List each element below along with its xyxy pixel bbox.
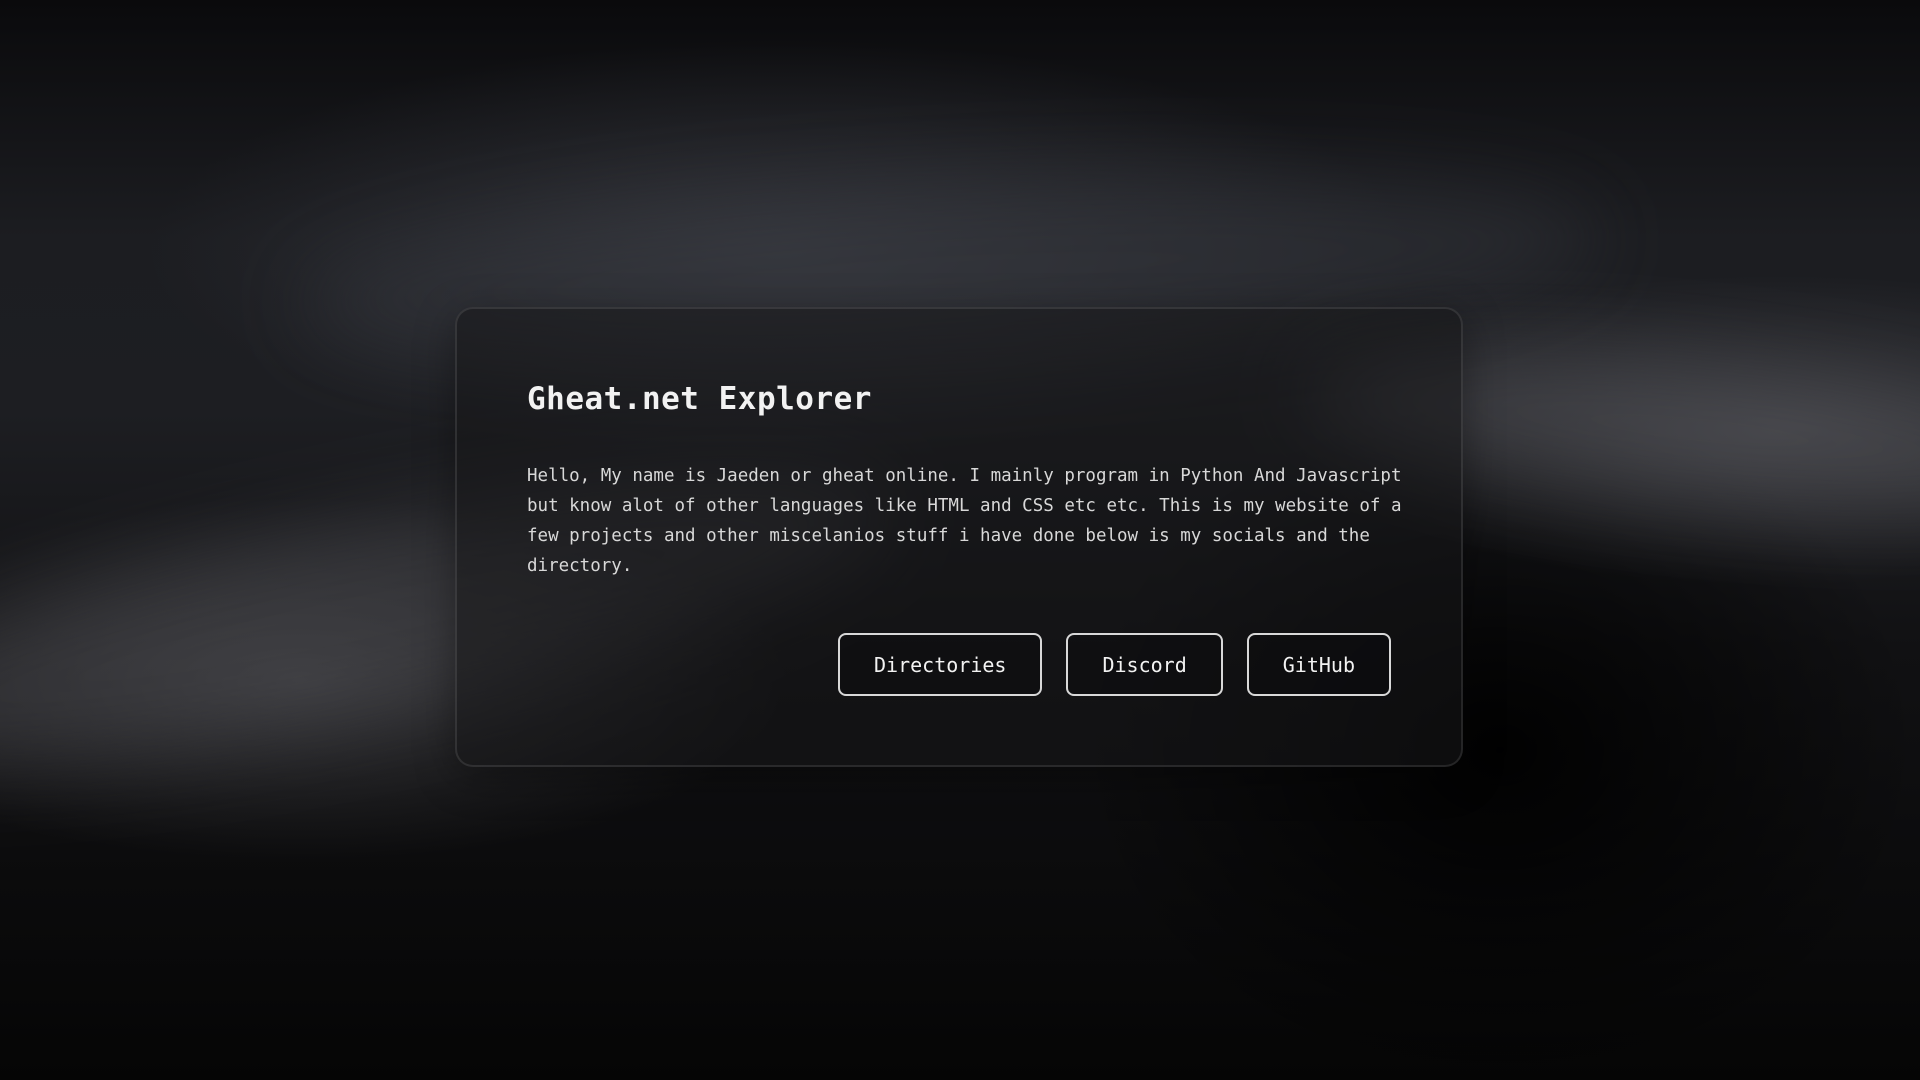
directories-button[interactable]: Directories: [838, 633, 1043, 696]
intro-card: Gheat.net Explorer Hello, My name is Jae…: [455, 307, 1463, 767]
page-title: Gheat.net Explorer: [527, 381, 872, 417]
discord-button[interactable]: Discord: [1066, 633, 1223, 696]
github-button[interactable]: GitHub: [1246, 633, 1391, 696]
intro-description: Hello, My name is Jaeden or gheat online…: [527, 466, 1402, 576]
link-buttons: Directories Discord GitHub: [838, 633, 1391, 696]
